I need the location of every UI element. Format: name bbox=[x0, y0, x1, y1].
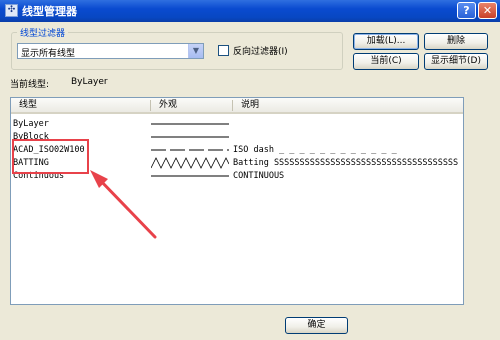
current-linetype-value: ByLayer bbox=[71, 77, 108, 87]
linetype-description: ISO dash _ _ _ _ _ _ _ _ _ _ _ _ bbox=[233, 145, 397, 155]
column-divider[interactable] bbox=[232, 100, 233, 111]
linetype-name: ByLayer bbox=[13, 119, 49, 129]
delete-button[interactable]: 删除 bbox=[424, 33, 488, 50]
chevron-down-icon[interactable]: ▼ bbox=[188, 44, 203, 58]
window-title: 线型管理器 bbox=[22, 5, 77, 18]
title-bar[interactable]: ✣ 线型管理器 ? ✕ bbox=[0, 0, 500, 22]
linetype-preview-solid bbox=[151, 123, 229, 125]
linetype-preview-solid bbox=[151, 136, 229, 138]
help-button[interactable]: ? bbox=[457, 2, 476, 19]
invert-filter-label[interactable]: 反向过滤器(I) bbox=[233, 44, 288, 57]
linetype-preview-zigzag bbox=[151, 157, 229, 169]
linetype-preview-dashed bbox=[151, 149, 229, 151]
close-button[interactable]: ✕ bbox=[478, 2, 497, 19]
linetype-description: Batting SSSSSSSSSSSSSSSSSSSSSSSSSSSSSSSS… bbox=[233, 158, 459, 168]
highlight-box bbox=[12, 139, 89, 174]
column-header-appearance[interactable]: 外观 bbox=[151, 98, 233, 114]
linetype-description: CONTINUOUS bbox=[233, 171, 285, 181]
show-details-button[interactable]: 显示细节(D) bbox=[424, 53, 488, 70]
app-icon: ✣ bbox=[5, 4, 18, 17]
column-header-linetype[interactable]: 线型 bbox=[11, 98, 151, 114]
invert-filter-checkbox[interactable] bbox=[218, 45, 229, 56]
filter-select[interactable]: 显示所有线型 ▼ bbox=[17, 43, 204, 59]
filter-select-value: 显示所有线型 bbox=[21, 49, 76, 59]
ok-button[interactable]: 确定 bbox=[285, 317, 348, 334]
column-header-description[interactable]: 说明 bbox=[233, 98, 463, 114]
linetype-preview-solid bbox=[151, 175, 229, 177]
current-linetype-label: 当前线型: bbox=[10, 80, 50, 90]
set-current-button[interactable]: 当前(C) bbox=[353, 53, 419, 70]
filter-group-label: 线型过滤器 bbox=[17, 26, 69, 39]
column-divider[interactable] bbox=[150, 100, 151, 111]
table-row[interactable]: ByLayer bbox=[11, 118, 463, 130]
load-button[interactable]: 加载(L)... bbox=[353, 33, 419, 50]
linetype-list[interactable]: 线型 外观 说明 ByLayer ByBlock ACAD_ISO02W100 … bbox=[10, 97, 464, 305]
